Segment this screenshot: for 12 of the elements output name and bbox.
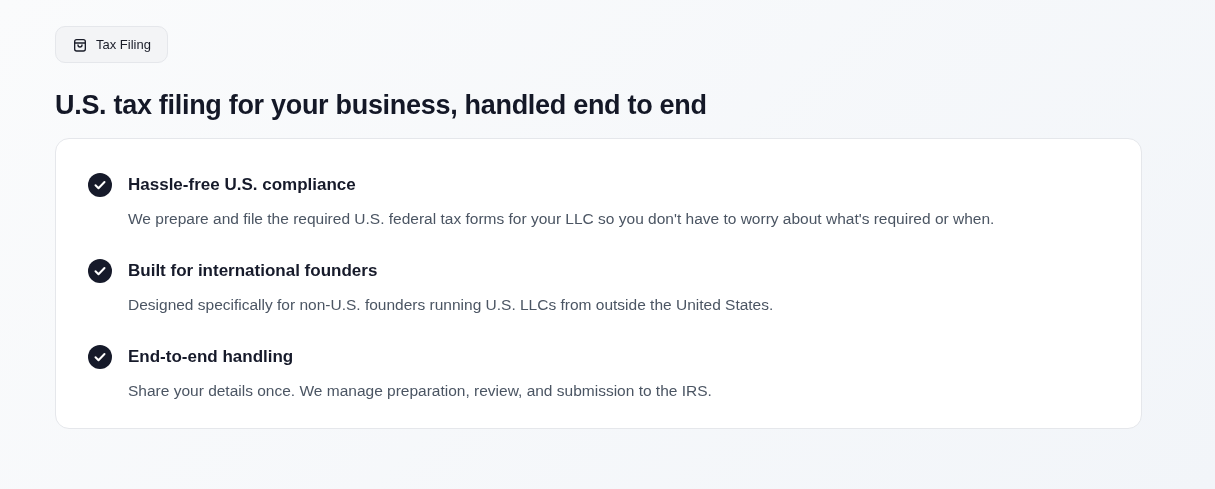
feature-description: Designed specifically for non-U.S. founders running U.S. LLCs from outside the United States. <box>128 295 774 315</box>
feature-title: Built for international founders <box>128 260 379 282</box>
feature-title: End-to-end handling <box>128 346 295 368</box>
feature-title: Hassle-free U.S. compliance <box>128 174 357 196</box>
check-circle-icon <box>88 259 112 283</box>
page-heading: U.S. tax filing for your business, handled end to end <box>55 90 708 121</box>
feature-description: We prepare and file the required U.S. federal tax forms for your LLC so you don't have to worry about what's required or when. <box>128 209 995 229</box>
badge-label: Tax Filing <box>96 37 151 52</box>
feature-description: Share your details once. We manage preparation, review, and submission to the IRS. <box>128 381 712 401</box>
shopping-bag-icon <box>72 36 88 53</box>
check-circle-icon <box>88 173 112 197</box>
check-circle-icon <box>88 345 112 369</box>
